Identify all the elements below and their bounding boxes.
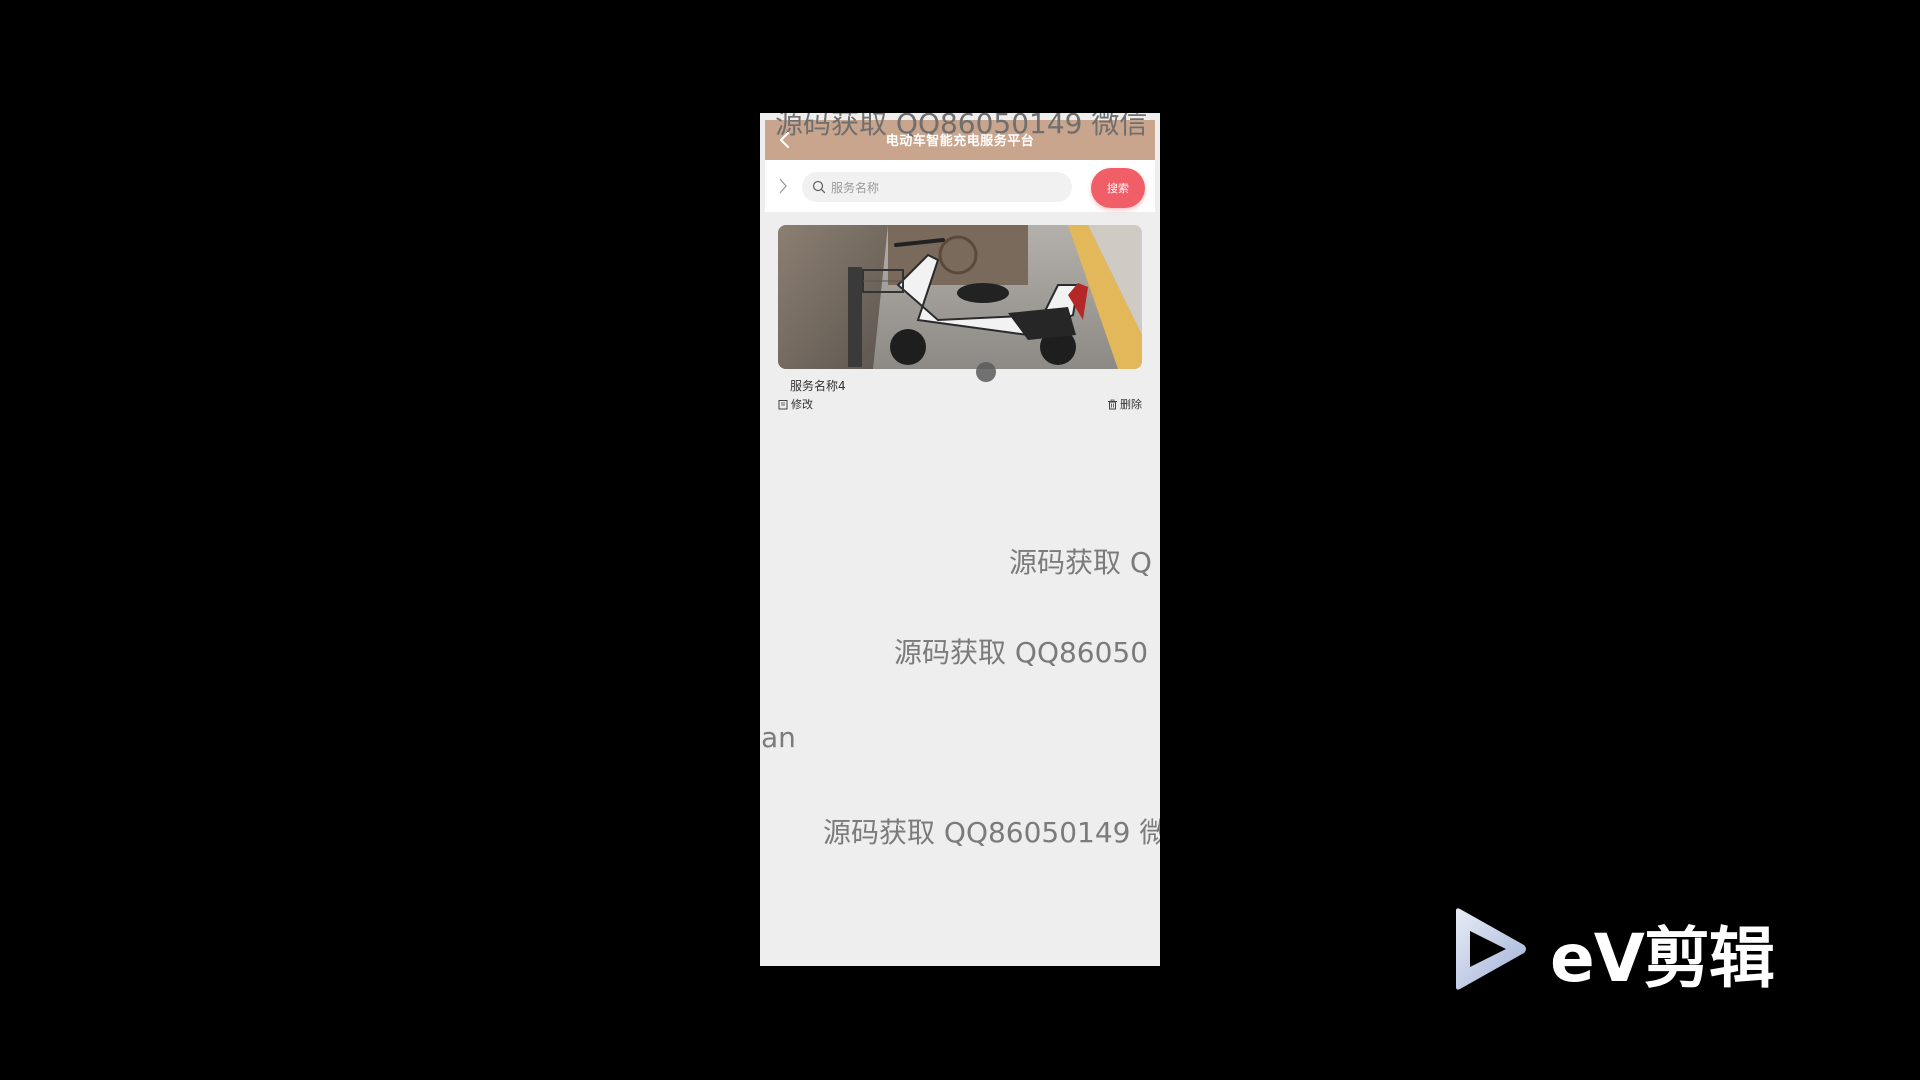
- search-bar: 搜索: [765, 160, 1155, 212]
- play-icon: [1456, 908, 1526, 990]
- service-name[interactable]: 服务名称4: [790, 377, 846, 394]
- video-frame: 源码获取 QQ86050149 微信 电动车智能充电服务平台 搜索: [0, 0, 1920, 1080]
- service-image[interactable]: [778, 225, 1142, 369]
- search-button[interactable]: 搜索: [1091, 168, 1145, 208]
- delete-label: 删除: [1120, 398, 1142, 411]
- chevron-right-icon[interactable]: [777, 176, 789, 196]
- page-title: 电动车智能充电服务平台: [885, 134, 1035, 149]
- watermark-text: 源码获取 QQ86050: [894, 636, 1149, 669]
- brand-text: eV剪辑: [1550, 920, 1775, 997]
- edit-button[interactable]: 修改: [778, 396, 813, 412]
- mobile-app-screen: 源码获取 QQ86050149 微信 电动车智能充电服务平台 搜索: [760, 113, 1160, 966]
- search-icon: [812, 180, 826, 194]
- ev-editor-logo: eV剪辑: [1450, 905, 1830, 997]
- app-header: 源码获取 QQ86050149 微信 电动车智能充电服务平台: [765, 113, 1155, 160]
- watermark-text: an: [761, 721, 796, 754]
- electric-scooter-photo: [778, 225, 1142, 369]
- touch-cursor: [976, 362, 996, 382]
- search-field[interactable]: [802, 172, 1072, 204]
- trash-icon: [1108, 399, 1117, 409]
- watermark-text: 源码获取 Q: [1009, 546, 1152, 579]
- watermark-text: 源码获取 QQ86050149 微: [823, 816, 1160, 849]
- search-input[interactable]: [829, 172, 1068, 204]
- edit-icon: [778, 399, 788, 409]
- delete-button[interactable]: 删除: [1107, 396, 1142, 412]
- edit-label: 修改: [791, 398, 813, 411]
